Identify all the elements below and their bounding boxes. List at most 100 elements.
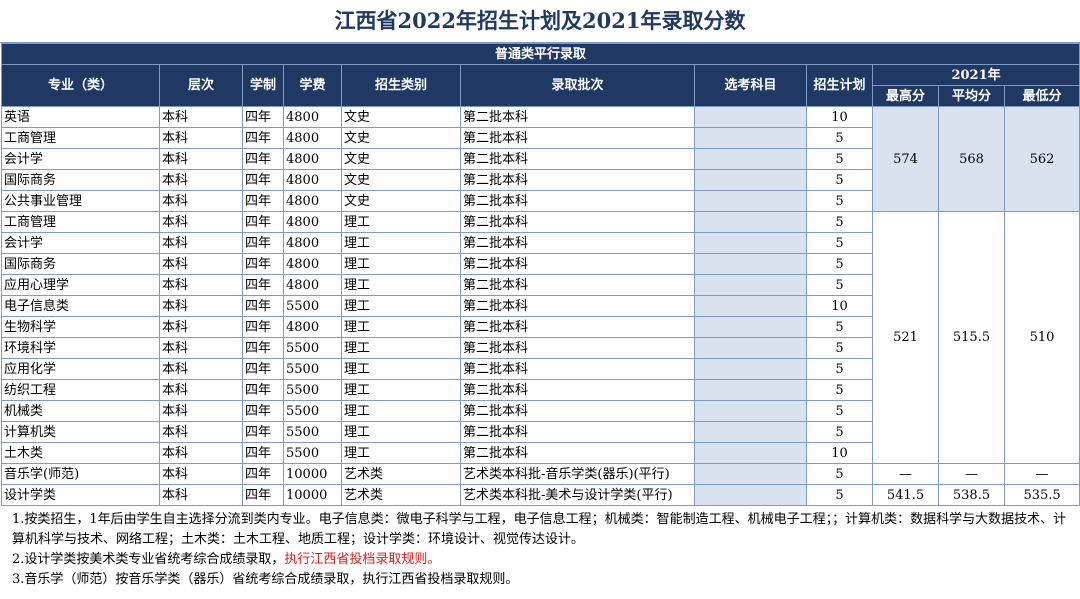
note-1: 1.按类招生，1年后由学生自主选择分流到类内专业。电子信息类：微电子科学与工程，… [12,512,1067,547]
cell-batch: 第二批本科 [460,400,695,422]
cell-major: 工商管理 [1,127,160,149]
cell-category: 理工 [341,358,461,380]
cell-category: 文史 [341,127,461,149]
cell-duration: 四年 [242,295,284,317]
cell-level: 本科 [159,253,243,275]
cell-duration: 四年 [242,169,284,191]
cell-fee: 10000 [283,463,342,485]
section-header: 普通类平行录取 [0,43,1080,65]
note-2: 2.设计学类按美术类专业省统考综合成绩录取，执行江西省投档录取规则。 [12,550,1070,570]
cell-category: 艺术类 [341,484,461,506]
cell-subjects [694,148,807,170]
cell-major: 国际商务 [1,253,160,275]
notes: 1.按类招生，1年后由学生自主选择分流到类内专业。电子信息类：微电子科学与工程，… [0,506,1080,590]
cell-level: 本科 [159,127,243,149]
cell-level: 本科 [159,274,243,296]
cell-fee: 4800 [283,253,342,275]
table-row: 工商管理 本科 四年 4800 理工 第二批本科 5 521 515.5 510 [1,211,1080,464]
cell-duration: 四年 [242,316,284,338]
cell-fee: 5500 [283,400,342,422]
cell-subjects [694,400,807,422]
cell-major: 音乐学(师范) [1,463,160,485]
cell-category: 理工 [341,442,461,464]
cell-batch: 第二批本科 [460,316,695,338]
cell-level: 本科 [159,106,243,128]
cell-fee: 4800 [283,190,342,212]
cell-batch: 第二批本科 [460,253,695,275]
cell-major: 计算机类 [1,421,160,443]
cell-fee: 5500 [283,442,342,464]
cell-duration: 四年 [242,400,284,422]
cell-subjects [694,337,807,359]
col-duration: 学制 [242,64,284,107]
col-batch: 录取批次 [460,64,695,107]
cell-category: 理工 [341,211,461,233]
cell-level: 本科 [159,358,243,380]
cell-duration: 四年 [242,421,284,443]
cell-fee: 4800 [283,106,342,128]
cell-subjects [694,106,807,128]
cell-fee: 5500 [283,337,342,359]
cell-plan: 5 [806,232,873,254]
cell-plan: 5 [806,148,873,170]
score-avg: 538.5 [938,484,1005,506]
cell-fee: 5500 [283,358,342,380]
cell-level: 本科 [159,442,243,464]
cell-batch: 第二批本科 [460,148,695,170]
table-row: 英语 本科 四年 4800 文史 第二批本科 10 574 568 562 [1,106,1080,212]
cell-subjects [694,127,807,149]
cell-fee: 4800 [283,274,342,296]
cell-major: 公共事业管理 [1,190,160,212]
cell-duration: 四年 [242,463,284,485]
cell-subjects [694,316,807,338]
cell-category: 理工 [341,421,461,443]
cell-batch: 第二批本科 [460,211,695,233]
col-year: 2021年 [871,64,1080,86]
col-major: 专业（类） [1,64,160,107]
cell-level: 本科 [159,316,243,338]
cell-category: 理工 [341,379,461,401]
score-max: 541.5 [872,484,939,506]
cell-duration: 四年 [242,253,284,275]
cell-level: 本科 [159,148,243,170]
cell-fee: 10000 [283,484,342,506]
col-subjects: 选考科目 [694,64,807,107]
cell-subjects [694,442,807,464]
cell-level: 本科 [159,190,243,212]
cell-batch: 第二批本科 [460,358,695,380]
col-avg: 平均分 [938,85,1005,107]
cell-fee: 4800 [283,211,342,233]
cell-duration: 四年 [242,127,284,149]
score-min: 510 [1003,211,1080,464]
cell-duration: 四年 [242,190,284,212]
note-2-highlight: 执行江西省投档录取规则。 [284,552,441,567]
cell-major: 会计学 [1,232,160,254]
cell-major: 设计学类 [1,484,160,506]
cell-category: 文史 [341,190,461,212]
page-title: 江西省2022年招生计划及2021年录取分数 [0,0,1080,43]
cell-major: 生物科学 [1,316,160,338]
col-plan: 招生计划 [806,64,873,107]
cell-plan: 10 [806,442,873,464]
cell-subjects [694,484,807,506]
cell-level: 本科 [159,337,243,359]
cell-fee: 5500 [283,379,342,401]
table-row: 设计学类 本科 四年 10000 艺术类 艺术类本科批-美术与设计学类(平行) 5 541.5… [1,484,1080,506]
cell-batch: 艺术类本科批-美术与设计学类(平行) [460,484,695,506]
cell-category: 理工 [341,400,461,422]
cell-duration: 四年 [242,337,284,359]
col-min: 最低分 [1003,85,1080,107]
cell-duration: 四年 [242,379,284,401]
cell-fee: 4800 [283,169,342,191]
col-fee: 学费 [283,64,342,107]
cell-level: 本科 [159,211,243,233]
cell-plan: 10 [806,106,873,128]
cell-fee: 4800 [283,232,342,254]
cell-plan: 5 [806,400,873,422]
cell-category: 文史 [341,169,461,191]
cell-batch: 艺术类本科批-音乐学类(器乐)(平行) [460,463,695,485]
cell-subjects [694,463,807,485]
cell-duration: 四年 [242,274,284,296]
col-max: 最高分 [872,85,939,107]
cell-batch: 第二批本科 [460,295,695,317]
